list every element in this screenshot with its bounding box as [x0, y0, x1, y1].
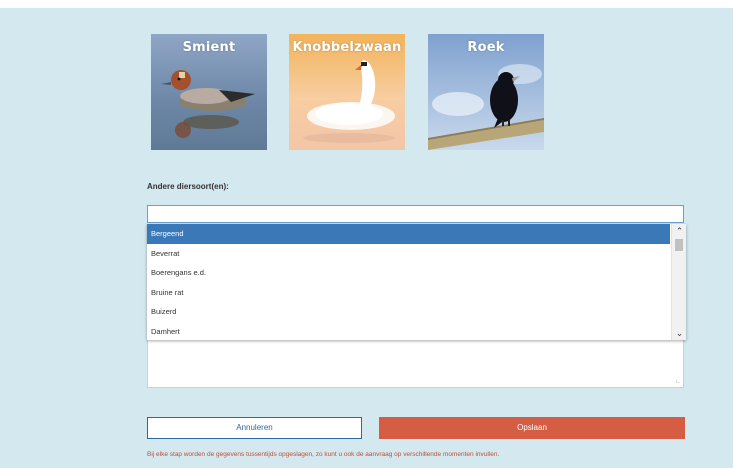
species-card-smient[interactable]: Smient [151, 34, 267, 150]
dropdown-option[interactable]: Boerengans e.d. [147, 263, 670, 283]
dropdown-option[interactable]: Buizerd [147, 302, 670, 322]
chevron-down-icon[interactable]: ⌄ [672, 326, 686, 340]
dropdown-option[interactable]: Beverrat [147, 244, 670, 264]
dropdown-option[interactable]: Bruine rat [147, 283, 670, 303]
cancel-button[interactable]: Annuleren [147, 417, 362, 439]
dropdown-scrollbar[interactable]: ⌃ ⌄ [671, 224, 686, 340]
species-card-label: Roek [467, 40, 505, 55]
resize-grip-icon[interactable]: ∟ [675, 379, 681, 385]
species-card-knobbelzwaan[interactable]: Knobbelzwaan [289, 34, 405, 150]
dropdown-option[interactable]: Bergeend [147, 224, 670, 244]
scrollbar-thumb[interactable] [675, 239, 683, 251]
dropdown-option[interactable]: Damhert [147, 322, 670, 341]
autosave-info-note: Bij elke stap worden de gegevens tussent… [147, 451, 500, 458]
species-card-roek[interactable]: Roek [428, 34, 544, 150]
species-card-label: Knobbelzwaan [292, 40, 402, 55]
save-button[interactable]: Opslaan [379, 417, 685, 439]
other-species-label: Andere diersoort(en): [147, 182, 229, 191]
chevron-up-icon[interactable]: ⌃ [672, 224, 686, 238]
other-species-input[interactable] [147, 205, 684, 223]
species-card-label: Smient [182, 40, 236, 55]
species-dropdown-list[interactable]: Bergeend Beverrat Boerengans e.d. Bruine… [147, 224, 686, 340]
